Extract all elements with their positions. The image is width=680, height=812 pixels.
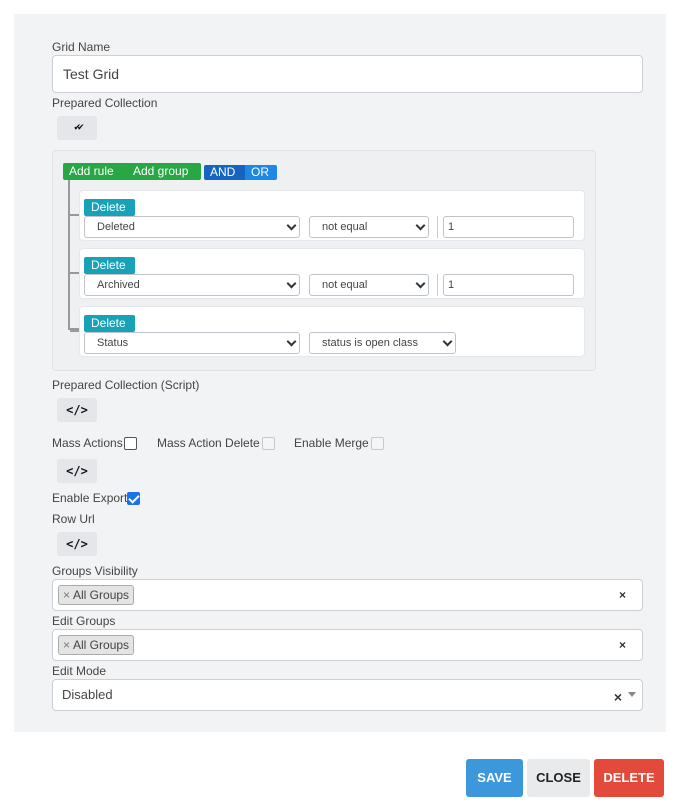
remove-tag-icon[interactable]: × [63,588,70,602]
mass-actions-script-button[interactable]: </> [57,459,97,483]
delete-button[interactable]: DELETE [594,759,664,797]
selected-tag: × All Groups [58,635,135,655]
tag-label: All Groups [73,638,130,652]
edit-groups-label: Edit Groups [52,614,116,628]
chevron-down-icon [286,220,297,231]
edit-mode-value: Disabled [62,687,113,702]
close-button[interactable]: CLOSE [527,759,590,797]
caret-down-icon[interactable] [628,692,636,697]
save-button[interactable]: SAVE [466,759,523,797]
rule-field-value: Status [97,337,129,349]
enable-export-label: Enable Export [52,491,128,505]
clear-icon[interactable]: × [614,689,622,705]
code-icon: </> [66,537,88,551]
rule-operator-value: not equal [322,221,368,233]
clear-icon[interactable]: × [619,638,626,652]
rule-field-value: Archived [97,279,140,291]
edit-mode-select[interactable]: Disabled × [52,679,643,711]
rule-field-select[interactable]: Archived [84,274,300,296]
and-toggle[interactable]: AND [204,165,245,180]
row-url-script-button[interactable]: </> [57,532,97,556]
selected-tag: × All Groups [58,585,135,605]
code-icon: </> [66,464,88,478]
prepared-collection-button[interactable]: ✔✔ [57,116,97,140]
rule-field-select[interactable]: Status [84,332,300,354]
prepared-collection-script-label: Prepared Collection (Script) [52,378,200,392]
double-check-icon: ✔✔ [73,123,84,133]
rule-field-value: Deleted [97,221,135,233]
divider [437,274,438,296]
rule-value-input[interactable]: 1 [443,274,574,296]
row-url-label: Row Url [52,512,95,526]
prepared-collection-script-button[interactable]: </> [57,398,97,422]
tag-label: All Groups [73,588,130,602]
delete-rule-button[interactable]: Delete [84,315,135,332]
rule-operator-value: not equal [322,279,368,291]
enable-merge-checkbox[interactable] [371,437,384,450]
delete-rule-button[interactable]: Delete [84,199,135,216]
mass-actions-label: Mass Actions [52,436,123,450]
rule-operator-select[interactable]: status is open class [309,332,456,354]
chevron-down-icon [286,278,297,289]
groups-visibility-select[interactable]: × All Groups × [52,579,643,611]
chevron-down-icon [442,336,453,347]
mass-action-delete-label: Mass Action Delete [157,436,260,450]
add-rule-button[interactable]: Add rule [63,163,127,180]
grid-name-input[interactable]: Test Grid [52,55,643,93]
rule-value-input[interactable]: 1 [443,216,574,238]
prepared-collection-label: Prepared Collection [52,96,158,110]
code-icon: </> [66,403,88,417]
mass-actions-checkbox[interactable] [124,437,137,450]
add-group-button[interactable]: Add group [127,163,201,180]
or-toggle[interactable]: OR [245,165,277,180]
chevron-down-icon [415,220,426,231]
enable-export-checkbox[interactable] [127,492,140,505]
edit-groups-select[interactable]: × All Groups × [52,629,643,661]
clear-icon[interactable]: × [619,588,626,602]
chevron-down-icon [415,278,426,289]
rule-operator-value: status is open class [322,337,418,349]
enable-merge-label: Enable Merge [294,436,369,450]
rule-operator-select[interactable]: not equal [309,274,429,296]
delete-rule-button[interactable]: Delete [84,257,135,274]
grid-name-label: Grid Name [52,40,111,54]
mass-action-delete-checkbox[interactable] [262,437,275,450]
divider [437,216,438,238]
rule-operator-select[interactable]: not equal [309,216,429,238]
remove-tag-icon[interactable]: × [63,638,70,652]
edit-mode-label: Edit Mode [52,664,107,678]
rule-field-select[interactable]: Deleted [84,216,300,238]
chevron-down-icon [286,336,297,347]
groups-visibility-label: Groups Visibility [52,564,138,578]
